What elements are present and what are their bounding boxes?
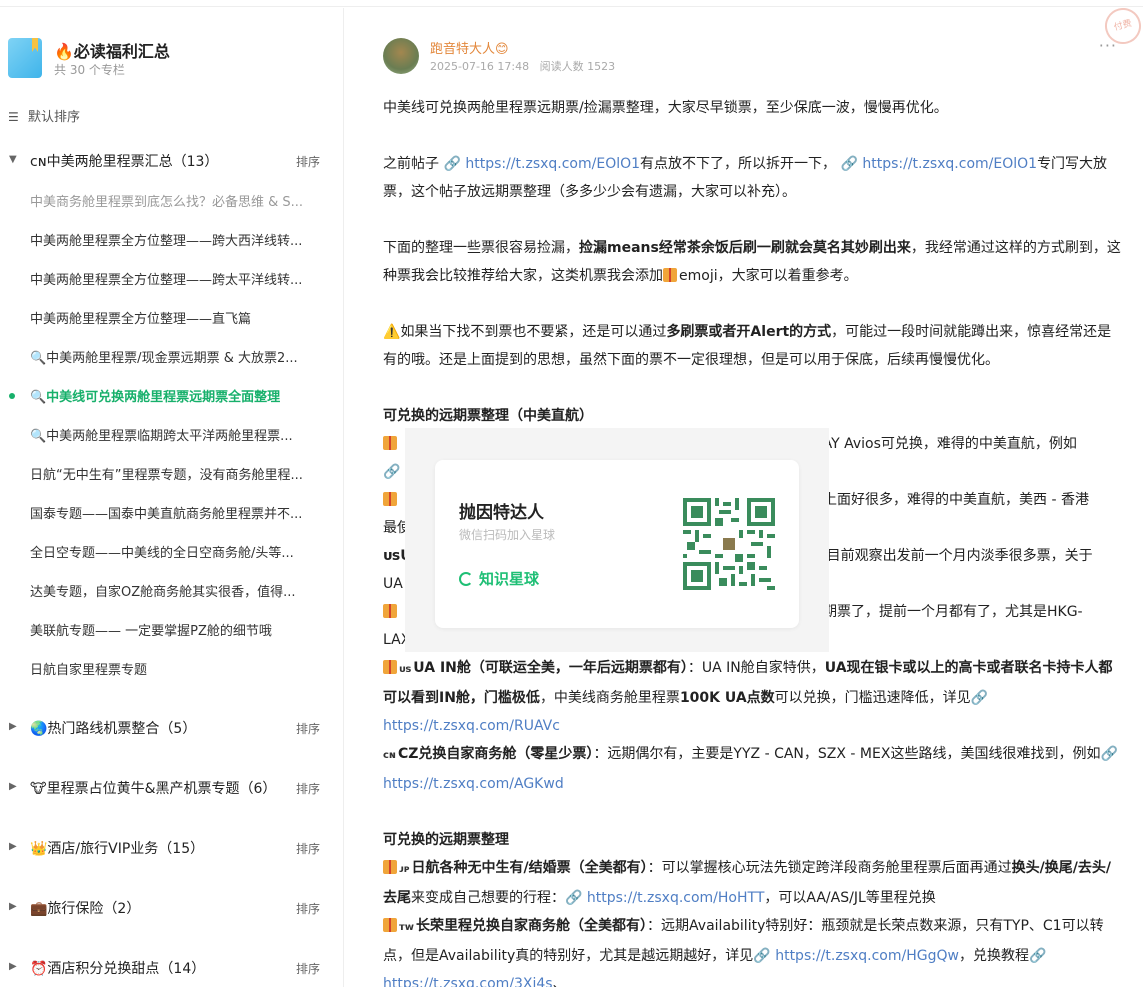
- sidebar-item[interactable]: 美联航专题—— 一定要掌握PZ舱的细节哦: [30, 620, 320, 640]
- gift-icon: [383, 660, 397, 674]
- caret-right-icon: ▶: [9, 781, 17, 792]
- link[interactable]: 🔗 https://t.zsxq.com/HGgQw: [753, 948, 959, 964]
- group-header[interactable]: ▶ ⏰酒店积分兑换甜点（14） 排序: [0, 958, 336, 980]
- collection-title: 🔥必读福利汇总: [54, 42, 170, 61]
- link[interactable]: 🔗 https://t.zsxq.com/EOlO1: [443, 156, 640, 172]
- group-title: 🐮里程票占位黄牛&黑产机票专题（6）: [30, 781, 277, 797]
- caret-right-icon: ▶: [9, 841, 17, 852]
- sidebar-item[interactable]: 🔍中美两舱里程票临期跨太平洋两舱里程票...: [30, 425, 320, 445]
- section-heading: 可兑换的远期票整理: [383, 832, 509, 848]
- read-count: 阅读人数 1523: [539, 60, 616, 73]
- book-icon: [8, 38, 42, 78]
- group-title: ᴄɴ中美两舱里程票汇总（13）: [30, 154, 219, 170]
- avatar[interactable]: [383, 38, 419, 74]
- group-title: 💼旅行保险（2）: [30, 901, 141, 917]
- post-date: 2025-07-16 17:48: [430, 60, 530, 73]
- group-title: 👑酒店/旅行VIP业务（15）: [30, 841, 205, 857]
- sidebar-item[interactable]: 中美两舱里程票全方位整理——跨大西洋线转...: [30, 230, 320, 250]
- warning-icon: ⚠️: [383, 324, 401, 340]
- gift-icon: [663, 268, 677, 282]
- group-sort-button[interactable]: 排序: [296, 153, 320, 170]
- column-sidebar: 🔥必读福利汇总 共 30 个专栏 ☰ 默认排序 ▼ ᴄɴ中美两舱里程票汇总（13）…: [0, 8, 344, 987]
- group-header[interactable]: ▶ 🌏热门路线机票整合（5） 排序: [0, 718, 336, 740]
- group-sort-button[interactable]: 排序: [296, 960, 320, 977]
- group-title: ⏰酒店积分兑换甜点（14）: [30, 961, 206, 977]
- planet-name: 抛因特达人: [459, 503, 544, 523]
- qr-popup: 抛因特达人 微信扫码加入星球 知识星球: [405, 428, 829, 652]
- gift-icon: [383, 918, 397, 932]
- collection-header: 🔥必读福利汇总 共 30 个专栏: [6, 38, 336, 88]
- active-dot: [9, 393, 15, 399]
- sort-label: 默认排序: [28, 110, 81, 125]
- group-header[interactable]: ▶ 👑酒店/旅行VIP业务（15） 排序: [0, 838, 336, 860]
- brand-logo: 知识星球: [459, 568, 539, 589]
- sidebar-item[interactable]: 日航自家里程票专题: [30, 659, 320, 679]
- caret-right-icon: ▶: [9, 901, 17, 912]
- sidebar-item[interactable]: 全日空专题——中美线的全日空商务舱/头等...: [30, 542, 320, 562]
- paragraph: ⚠️如果当下找不到票也不要紧，还是可以通过多刷票或者开Alert的方式，可能过一…: [383, 324, 1112, 368]
- sidebar-item[interactable]: 🔍中美两舱里程票/现金票远期票 & 大放票2...: [30, 347, 320, 367]
- sidebar-item[interactable]: 国泰专题——国泰中美直航商务舱里程票并不...: [30, 503, 320, 523]
- qr-card: 抛因特达人 微信扫码加入星球 知识星球: [435, 460, 799, 628]
- group-header[interactable]: ▼ ᴄɴ中美两舱里程票汇总（13） 排序: [0, 151, 336, 173]
- section-heading: 可兑换的远期票整理（中美直航）: [383, 408, 593, 424]
- paragraph: ᴄɴ CZ兑换自家商务舱（零星少票）：远期偶尔有，主要是YYZ - CAN，SZX…: [383, 746, 1118, 792]
- gift-icon: [383, 604, 397, 618]
- sidebar-item[interactable]: 日航“无中生有”里程票专题，没有商务舱里程...: [30, 464, 320, 484]
- planet-icon: [459, 572, 473, 586]
- sidebar-item[interactable]: 中美商务舱里程票到底怎么找？必备思维 & S...: [30, 191, 320, 211]
- caret-down-icon: ▼: [9, 154, 17, 165]
- gift-icon: [383, 436, 397, 450]
- paragraph: ᴊᴘ 日航各种无中生有/结婚票（全美都有）：可以掌握核心玩法先锁定跨洋段商务舱里程…: [383, 860, 1111, 906]
- paragraph: ᴜs UA IN舱（可联运全美，一年后远期票都有）：UA IN舱自家特供，UA现在…: [383, 660, 1113, 734]
- link-icon[interactable]: 🔗: [383, 464, 400, 480]
- paragraph: 之前帖子 🔗 https://t.zsxq.com/EOlO1有点放不下了，所以…: [383, 156, 1108, 200]
- gift-icon: [383, 860, 397, 874]
- group-header[interactable]: ▶ 🐮里程票占位黄牛&黑产机票专题（6） 排序: [0, 778, 336, 800]
- caret-right-icon: ▶: [9, 961, 17, 972]
- paragraph: 下面的整理一些票很容易捡漏，捡漏means经常茶余饭后刷一刷就会莫名其妙刷出来，…: [383, 240, 1121, 284]
- group-header[interactable]: ▶ 💼旅行保险（2） 排序: [0, 898, 336, 920]
- caret-right-icon: ▶: [9, 721, 17, 732]
- group-sort-button[interactable]: 排序: [296, 840, 320, 857]
- link[interactable]: 🔗 https://t.zsxq.com/HoHTT: [565, 890, 764, 906]
- paragraph: ᴛᴡ 长荣里程兑换自家商务舱（全美都有）：远期Availability特别好：瓶颈…: [383, 912, 1123, 987]
- collection-count: 共 30 个专栏: [54, 63, 125, 77]
- scan-hint: 微信扫码加入星球: [459, 528, 556, 542]
- sidebar-item[interactable]: 中美两舱里程票全方位整理——跨太平洋线转...: [30, 269, 320, 289]
- sort-icon: ☰: [8, 110, 19, 124]
- sidebar-item-active[interactable]: 🔍中美线可兑换两舱里程票远期票全面整理: [30, 386, 320, 406]
- sidebar-item[interactable]: 达美专题，自家OZ舱商务舱其实很香，值得...: [30, 581, 320, 601]
- link[interactable]: 🔗 https://t.zsxq.com/EOlO1: [840, 156, 1037, 172]
- post-meta: 2025-07-16 17:48 阅读人数 1523: [430, 58, 615, 74]
- sidebar-item[interactable]: 中美两舱里程票全方位整理——直飞篇: [30, 308, 320, 328]
- group-sort-button[interactable]: 排序: [296, 900, 320, 917]
- gift-icon: [383, 492, 397, 506]
- group-sort-button[interactable]: 排序: [296, 780, 320, 797]
- qr-code-icon: [683, 498, 775, 590]
- group-title: 🌏热门路线机票整合（5）: [30, 721, 197, 737]
- author-name[interactable]: 跑音特大人😊: [430, 38, 509, 57]
- sort-dropdown[interactable]: ☰ 默认排序: [8, 106, 80, 125]
- paragraph: 中美线可兑换两舱里程票远期票/捡漏票整理，大家尽早锁票，至少保底一波，慢慢再优化…: [383, 100, 948, 116]
- top-divider: [0, 6, 1143, 7]
- group-sort-button[interactable]: 排序: [296, 720, 320, 737]
